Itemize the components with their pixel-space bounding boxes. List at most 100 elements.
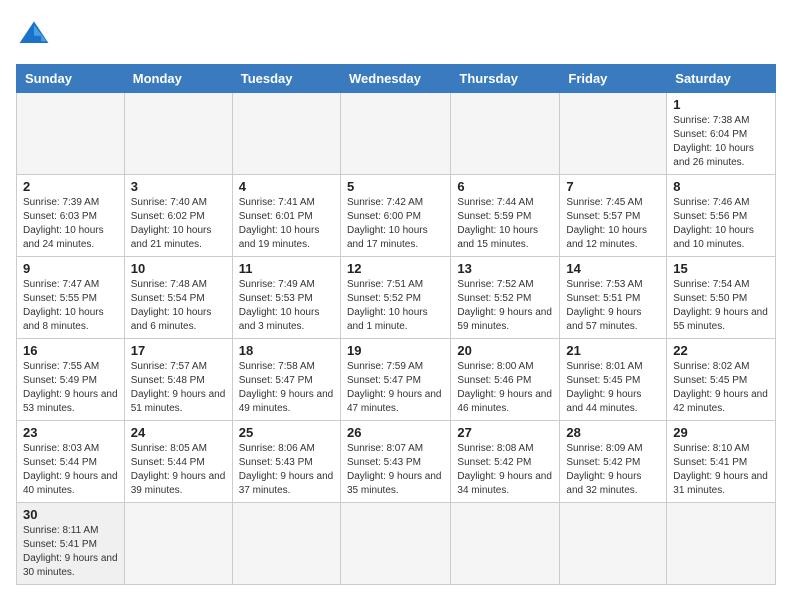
logo	[16, 16, 56, 52]
day-info: Sunrise: 7:51 AMSunset: 5:52 PMDaylight:…	[347, 278, 444, 334]
day-info: Sunrise: 8:03 AMSunset: 5:44 PMDaylight:…	[23, 442, 118, 498]
day-number: 12	[347, 261, 444, 276]
day-info: Sunrise: 7:49 AMSunset: 5:53 PMDaylight:…	[239, 278, 334, 334]
weekday-header-row: SundayMondayTuesdayWednesdayThursdayFrid…	[17, 65, 776, 93]
calendar-cell	[232, 93, 340, 175]
day-number: 14	[566, 261, 660, 276]
calendar-week-0: 1 Sunrise: 7:38 AMSunset: 6:04 PMDaylight…	[17, 93, 776, 175]
calendar-cell	[451, 93, 560, 175]
calendar-cell: 12 Sunrise: 7:51 AMSunset: 5:52 PMDayligh…	[340, 257, 450, 339]
calendar-week-1: 2 Sunrise: 7:39 AMSunset: 6:03 PMDaylight…	[17, 175, 776, 257]
calendar-cell	[17, 93, 125, 175]
calendar-cell: 29Sunrise: 8:10 AMSunset: 5:41 PMDayligh…	[667, 421, 776, 503]
calendar-cell: 23Sunrise: 8:03 AMSunset: 5:44 PMDayligh…	[17, 421, 125, 503]
calendar-cell: 15 Sunrise: 7:54 AMSunset: 5:50 PMDayligh…	[667, 257, 776, 339]
day-info: Sunrise: 8:07 AMSunset: 5:43 PMDaylight:…	[347, 442, 444, 498]
day-number: 21	[566, 343, 660, 358]
calendar-cell: 25 Sunrise: 8:06 AMSunset: 5:43 PMDayligh…	[232, 421, 340, 503]
calendar-cell	[667, 503, 776, 585]
calendar-cell: 10 Sunrise: 7:48 AMSunset: 5:54 PMDayligh…	[124, 257, 232, 339]
weekday-header-monday: Monday	[124, 65, 232, 93]
day-number: 27	[457, 425, 553, 440]
day-info: Sunrise: 7:47 AMSunset: 5:55 PMDaylight:…	[23, 278, 118, 334]
calendar-cell: 17Sunrise: 7:57 AMSunset: 5:48 PMDayligh…	[124, 339, 232, 421]
calendar-cell: 5 Sunrise: 7:42 AMSunset: 6:00 PMDaylight…	[340, 175, 450, 257]
calendar-cell: 24 Sunrise: 8:05 AMSunset: 5:44 PMDayligh…	[124, 421, 232, 503]
calendar-cell	[124, 93, 232, 175]
day-info: Sunrise: 8:08 AMSunset: 5:42 PMDaylight:…	[457, 442, 553, 498]
calendar-cell	[560, 93, 667, 175]
calendar-cell: 21Sunrise: 8:01 AMSunset: 5:45 PMDayligh…	[560, 339, 667, 421]
day-number: 16	[23, 343, 118, 358]
calendar-table: SundayMondayTuesdayWednesdayThursdayFrid…	[16, 64, 776, 585]
day-number: 30	[23, 507, 118, 522]
calendar-cell	[232, 503, 340, 585]
day-info: Sunrise: 8:11 AMSunset: 5:41 PMDaylight:…	[23, 524, 118, 580]
day-number: 11	[239, 261, 334, 276]
calendar-cell: 26 Sunrise: 8:07 AMSunset: 5:43 PMDayligh…	[340, 421, 450, 503]
day-info: Sunrise: 7:44 AMSunset: 5:59 PMDaylight:…	[457, 196, 553, 252]
calendar-cell: 30 Sunrise: 8:11 AMSunset: 5:41 PMDayligh…	[17, 503, 125, 585]
day-info: Sunrise: 7:38 AMSunset: 6:04 PMDaylight:…	[673, 114, 769, 170]
day-number: 4	[239, 179, 334, 194]
weekday-header-friday: Friday	[560, 65, 667, 93]
day-number: 6	[457, 179, 553, 194]
day-info: Sunrise: 7:42 AMSunset: 6:00 PMDaylight:…	[347, 196, 444, 252]
day-info: Sunrise: 8:00 AMSunset: 5:46 PMDaylight:…	[457, 360, 553, 416]
calendar-cell: 4 Sunrise: 7:41 AMSunset: 6:01 PMDaylight…	[232, 175, 340, 257]
day-info: Sunrise: 7:45 AMSunset: 5:57 PMDaylight:…	[566, 196, 660, 252]
day-number: 25	[239, 425, 334, 440]
day-info: Sunrise: 7:59 AMSunset: 5:47 PMDaylight:…	[347, 360, 444, 416]
day-number: 28	[566, 425, 660, 440]
day-info: Sunrise: 7:55 AMSunset: 5:49 PMDaylight:…	[23, 360, 118, 416]
day-info: Sunrise: 7:52 AMSunset: 5:52 PMDaylight:…	[457, 278, 553, 334]
calendar-cell: 11 Sunrise: 7:49 AMSunset: 5:53 PMDayligh…	[232, 257, 340, 339]
weekday-header-thursday: Thursday	[451, 65, 560, 93]
day-number: 5	[347, 179, 444, 194]
day-info: Sunrise: 7:40 AMSunset: 6:02 PMDaylight:…	[131, 196, 226, 252]
logo-icon	[16, 16, 52, 52]
calendar-cell: 27 Sunrise: 8:08 AMSunset: 5:42 PMDayligh…	[451, 421, 560, 503]
day-info: Sunrise: 8:02 AMSunset: 5:45 PMDaylight:…	[673, 360, 769, 416]
day-info: Sunrise: 7:41 AMSunset: 6:01 PMDaylight:…	[239, 196, 334, 252]
day-number: 18	[239, 343, 334, 358]
weekday-header-sunday: Sunday	[17, 65, 125, 93]
day-info: Sunrise: 8:06 AMSunset: 5:43 PMDaylight:…	[239, 442, 334, 498]
day-info: Sunrise: 7:48 AMSunset: 5:54 PMDaylight:…	[131, 278, 226, 334]
calendar-week-3: 16 Sunrise: 7:55 AMSunset: 5:49 PMDayligh…	[17, 339, 776, 421]
day-info: Sunrise: 7:53 AMSunset: 5:51 PMDaylight:…	[566, 278, 660, 334]
calendar-cell	[560, 503, 667, 585]
day-number: 26	[347, 425, 444, 440]
calendar-cell: 1 Sunrise: 7:38 AMSunset: 6:04 PMDaylight…	[667, 93, 776, 175]
day-info: Sunrise: 8:05 AMSunset: 5:44 PMDaylight:…	[131, 442, 226, 498]
day-number: 9	[23, 261, 118, 276]
day-info: Sunrise: 7:46 AMSunset: 5:56 PMDaylight:…	[673, 196, 769, 252]
day-number: 17	[131, 343, 226, 358]
weekday-header-wednesday: Wednesday	[340, 65, 450, 93]
header	[16, 16, 776, 52]
calendar-cell: 2 Sunrise: 7:39 AMSunset: 6:03 PMDaylight…	[17, 175, 125, 257]
day-number: 19	[347, 343, 444, 358]
day-number: 2	[23, 179, 118, 194]
day-number: 20	[457, 343, 553, 358]
day-number: 10	[131, 261, 226, 276]
day-number: 15	[673, 261, 769, 276]
day-info: Sunrise: 7:39 AMSunset: 6:03 PMDaylight:…	[23, 196, 118, 252]
day-info: Sunrise: 7:58 AMSunset: 5:47 PMDaylight:…	[239, 360, 334, 416]
day-number: 3	[131, 179, 226, 194]
calendar-cell: 20 Sunrise: 8:00 AMSunset: 5:46 PMDayligh…	[451, 339, 560, 421]
calendar-week-4: 23Sunrise: 8:03 AMSunset: 5:44 PMDayligh…	[17, 421, 776, 503]
calendar-cell: 7Sunrise: 7:45 AMSunset: 5:57 PMDaylight…	[560, 175, 667, 257]
calendar-cell: 22 Sunrise: 8:02 AMSunset: 5:45 PMDayligh…	[667, 339, 776, 421]
day-number: 1	[673, 97, 769, 112]
weekday-header-tuesday: Tuesday	[232, 65, 340, 93]
page-container: SundayMondayTuesdayWednesdayThursdayFrid…	[16, 16, 776, 585]
calendar-cell: 3 Sunrise: 7:40 AMSunset: 6:02 PMDaylight…	[124, 175, 232, 257]
day-number: 24	[131, 425, 226, 440]
day-info: Sunrise: 7:54 AMSunset: 5:50 PMDaylight:…	[673, 278, 769, 334]
day-number: 29	[673, 425, 769, 440]
calendar-cell: 16 Sunrise: 7:55 AMSunset: 5:49 PMDayligh…	[17, 339, 125, 421]
calendar-cell	[340, 93, 450, 175]
day-number: 22	[673, 343, 769, 358]
calendar-cell: 6 Sunrise: 7:44 AMSunset: 5:59 PMDaylight…	[451, 175, 560, 257]
